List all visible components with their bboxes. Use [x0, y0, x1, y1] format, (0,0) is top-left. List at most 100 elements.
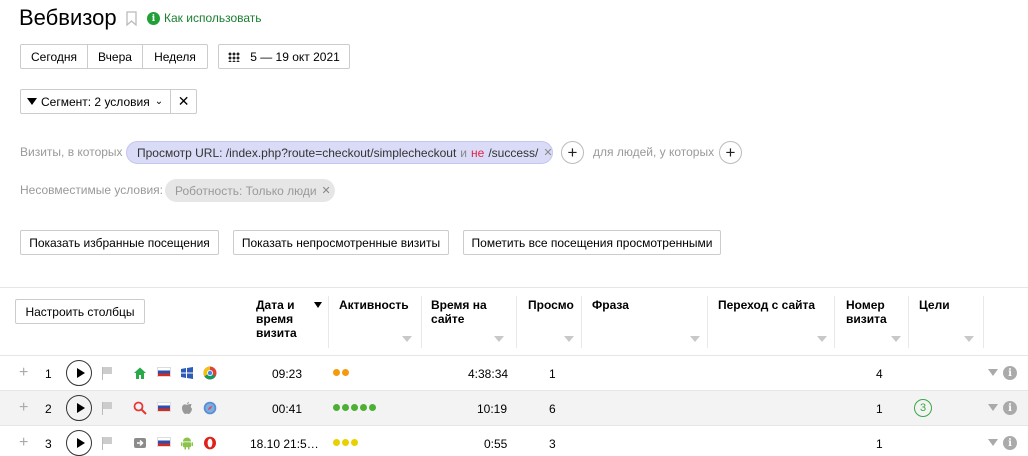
flag-icon[interactable]: [102, 367, 112, 380]
expand-row-icon[interactable]: +: [19, 399, 28, 417]
col-visit-number-header[interactable]: Номер визита: [846, 298, 887, 326]
page-views: 6: [549, 402, 556, 416]
date-range-button[interactable]: 5 — 19 окт 2021: [218, 44, 350, 69]
remove-condition-icon[interactable]: ✕: [543, 146, 552, 159]
russia-flag-icon: [157, 437, 171, 447]
expand-row-icon[interactable]: +: [19, 364, 28, 382]
col-visit-number-filter-icon[interactable]: [891, 336, 901, 342]
activity-dot: [342, 369, 349, 376]
col-referrer-filter-icon[interactable]: [817, 336, 827, 342]
col-views-filter-icon[interactable]: [564, 336, 574, 342]
table-row[interactable]: + 1 09:23 4:38:34 1 4 i: [0, 355, 1028, 391]
time-on-site: 4:38:34: [468, 367, 509, 381]
segment-clear-button[interactable]: ✕: [171, 90, 196, 113]
russia-flag-icon: [157, 367, 171, 377]
row-filter-icon[interactable]: [988, 404, 998, 411]
row-number: 2: [45, 402, 52, 416]
col-date-header[interactable]: Дата и время визита: [256, 298, 297, 340]
search-icon: [133, 401, 147, 415]
incompatible-label: Несовместимые условия:: [20, 183, 163, 197]
time-on-site: 0:55: [484, 437, 508, 451]
bookmark-icon[interactable]: [126, 11, 137, 27]
activity-dot: [342, 404, 349, 411]
table-row[interactable]: + 3 18.10 21:5… 0:55 3 1 i: [0, 425, 1028, 456]
play-button[interactable]: [66, 430, 92, 456]
direct-icon: [133, 436, 147, 450]
remove-incompatible-icon[interactable]: ✕: [322, 184, 331, 197]
windows-icon: [180, 366, 194, 380]
condition-and: и: [460, 145, 467, 160]
condition-not: не: [471, 145, 485, 160]
play-button[interactable]: [66, 360, 92, 386]
period-week-button[interactable]: Неделя: [143, 45, 207, 68]
time-on-site: 10:19: [477, 402, 508, 416]
condition-chip[interactable]: Просмотр URL: /index.php?route=checkout/…: [126, 141, 553, 164]
row-info-icon[interactable]: i: [1003, 401, 1017, 415]
apple-icon: [180, 401, 194, 415]
page-views: 1: [549, 367, 556, 381]
goals-badge[interactable]: 3: [914, 399, 932, 417]
condition-tail: /success/: [488, 145, 539, 160]
info-icon[interactable]: i: [147, 12, 160, 25]
chevron-down-icon: ⌄: [154, 96, 164, 107]
house-icon: [133, 366, 147, 380]
activity-dot: [351, 439, 358, 446]
visit-number: 1: [876, 437, 883, 451]
row-info-icon[interactable]: i: [1003, 436, 1017, 450]
page-views: 3: [549, 437, 556, 451]
sort-desc-icon[interactable]: [314, 302, 322, 308]
chrome-icon: [203, 366, 217, 380]
flag-icon[interactable]: [102, 437, 112, 450]
android-icon: [180, 436, 194, 450]
configure-columns-button[interactable]: Настроить столбцы: [15, 299, 145, 324]
add-people-condition-button[interactable]: +: [719, 141, 742, 164]
activity-indicator: [333, 404, 376, 411]
people-label: для людей, у которых: [593, 145, 715, 159]
add-visit-condition-button[interactable]: +: [561, 141, 584, 164]
how-to-use-link[interactable]: Как использовать: [164, 11, 262, 25]
activity-dot: [351, 404, 358, 411]
russia-flag-icon: [157, 402, 171, 412]
col-views-header[interactable]: Просмо: [528, 298, 574, 312]
segment-control: Сегмент: 2 условия ⌄ ✕: [20, 89, 197, 114]
safari-icon: [203, 401, 217, 415]
period-today-button[interactable]: Сегодня: [21, 45, 88, 68]
table-top-border: [0, 287, 1028, 288]
activity-dot: [342, 439, 349, 446]
row-number: 1: [45, 367, 52, 381]
expand-row-icon[interactable]: +: [19, 434, 28, 452]
calendar-icon: [228, 51, 241, 62]
row-number: 3: [45, 437, 52, 451]
row-info-icon[interactable]: i: [1003, 366, 1017, 380]
col-activity-header[interactable]: Активность: [339, 298, 409, 312]
mark-all-viewed-button[interactable]: Пометить все посещения просмотренными: [463, 230, 721, 255]
show-favorites-button[interactable]: Показать избранные посещения: [20, 230, 219, 255]
table-row[interactable]: + 2 00:41 10:19 6 1 3 i: [0, 390, 1028, 426]
col-goals-header[interactable]: Цели: [919, 298, 950, 312]
col-time-header[interactable]: Время на сайте: [431, 298, 487, 326]
col-goals-filter-icon[interactable]: [964, 336, 974, 342]
activity-indicator: [333, 439, 358, 446]
activity-dot: [333, 369, 340, 376]
visits-label: Визиты, в которых: [20, 145, 123, 159]
row-filter-icon[interactable]: [988, 439, 998, 446]
date-range-label: 5 — 19 окт 2021: [250, 49, 340, 64]
col-phrase-header[interactable]: Фраза: [592, 298, 629, 312]
show-unviewed-button[interactable]: Показать непросмотренные визиты: [233, 230, 449, 255]
incompatible-chip[interactable]: Роботность: Только люди ✕: [165, 179, 335, 202]
play-button[interactable]: [66, 395, 92, 421]
period-selector: Сегодня Вчера Неделя: [20, 44, 208, 69]
row-filter-icon[interactable]: [988, 369, 998, 376]
col-phrase-filter-icon[interactable]: [690, 336, 700, 342]
flag-icon[interactable]: [102, 402, 112, 415]
period-yesterday-button[interactable]: Вчера: [88, 45, 143, 68]
activity-dot: [333, 404, 340, 411]
col-referrer-header[interactable]: Переход с сайта: [718, 298, 815, 312]
visit-datetime: 09:23: [272, 367, 303, 381]
visit-datetime: 18.10 21:5…: [250, 437, 319, 451]
col-time-filter-icon[interactable]: [494, 336, 504, 342]
col-activity-filter-icon[interactable]: [402, 336, 412, 342]
activity-dot: [333, 439, 340, 446]
opera-icon: [203, 436, 217, 450]
segment-button[interactable]: Сегмент: 2 условия ⌄: [21, 90, 172, 113]
